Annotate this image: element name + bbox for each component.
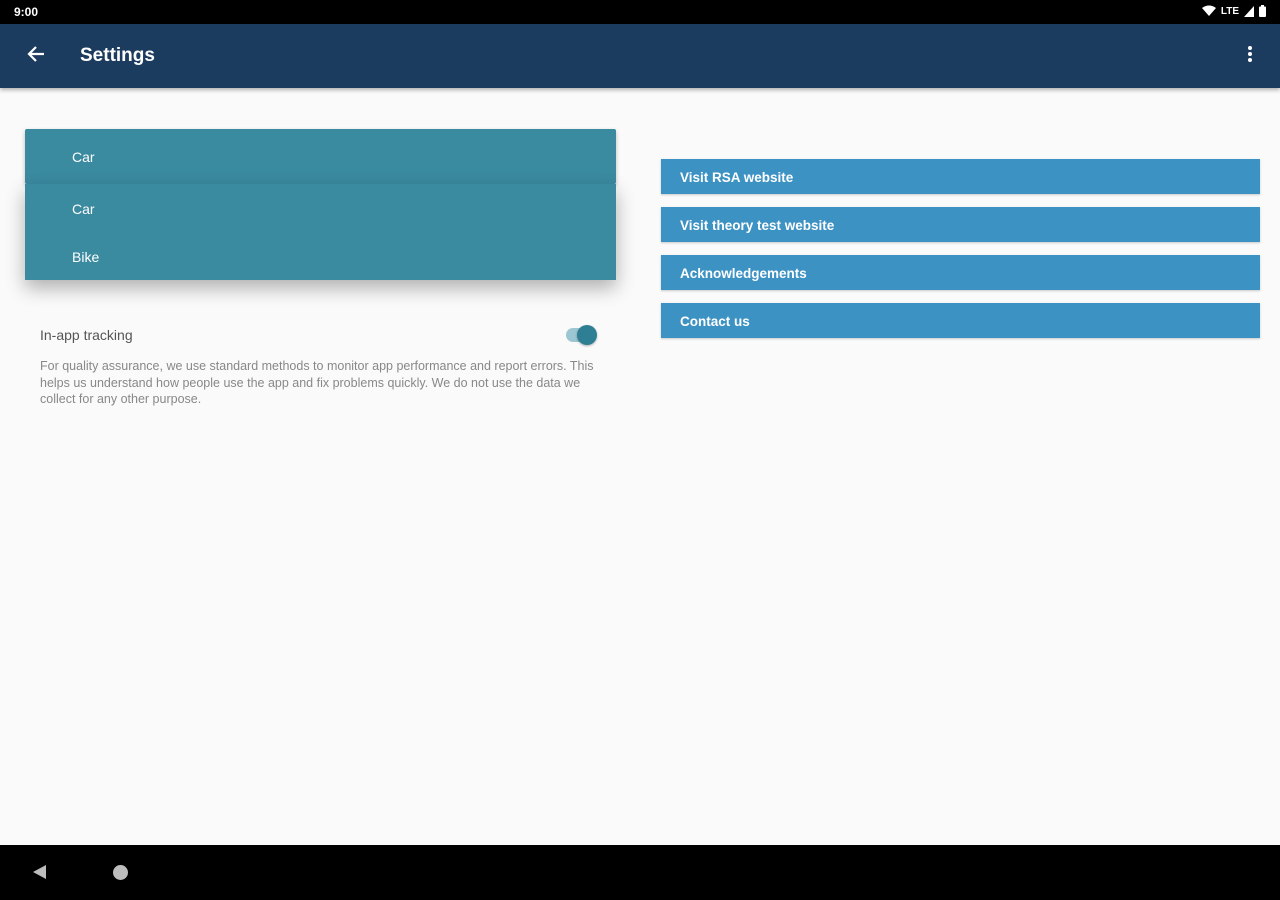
dropdown-option-label: Bike: [72, 249, 100, 265]
status-icons: LTE: [1201, 5, 1266, 17]
toggle-thumb: [577, 325, 597, 345]
vehicle-type-spinner[interactable]: Car: [25, 129, 616, 184]
nav-back-icon[interactable]: [30, 863, 48, 886]
arrow-left-icon: [27, 45, 45, 68]
battery-icon: [1259, 5, 1266, 17]
button-label: Visit RSA website: [680, 170, 794, 185]
network-type: LTE: [1220, 5, 1239, 17]
status-time: 9:00: [14, 5, 39, 19]
tracking-toggle[interactable]: [564, 325, 600, 345]
contact-us-button[interactable]: Contact us: [661, 303, 1260, 338]
button-label: Contact us: [680, 314, 750, 329]
button-label: Acknowledgements: [680, 266, 807, 281]
status-bar: 9:00 LTE: [0, 0, 1280, 24]
app-bar: Settings: [0, 24, 1280, 88]
back-button[interactable]: [20, 40, 52, 72]
visit-theory-test-website-button[interactable]: Visit theory test website: [661, 207, 1260, 242]
wifi-icon: [1201, 5, 1216, 17]
dropdown-option-bike[interactable]: Bike: [25, 232, 616, 280]
visit-rsa-website-button[interactable]: Visit RSA website: [661, 159, 1260, 194]
page-title: Settings: [80, 45, 155, 66]
system-nav-bar: [0, 845, 1280, 900]
overflow-menu-button[interactable]: [1238, 44, 1262, 68]
tracking-label: In-app tracking: [40, 327, 133, 343]
tracking-description: For quality assurance, we use standard m…: [40, 359, 594, 406]
signal-icon: [1244, 5, 1254, 17]
vehicle-type-dropdown: Car Bike: [25, 184, 616, 280]
dropdown-option-car[interactable]: Car: [25, 184, 616, 232]
more-vert-icon: [1248, 45, 1252, 67]
spinner-selected-value: Car: [72, 149, 95, 165]
button-label: Visit theory test website: [680, 218, 835, 233]
dropdown-option-label: Car: [72, 201, 95, 217]
acknowledgements-button[interactable]: Acknowledgements: [661, 255, 1260, 290]
nav-home-icon[interactable]: [113, 865, 128, 880]
